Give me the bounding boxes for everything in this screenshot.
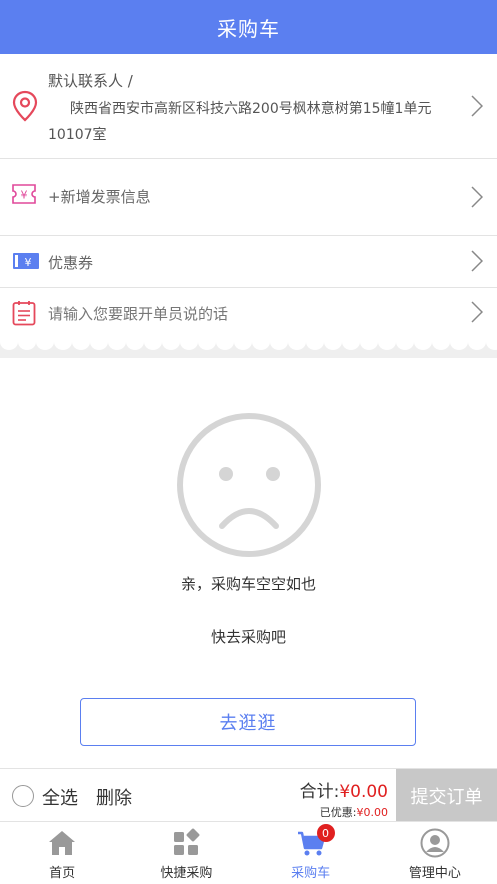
chevron-right-icon [471, 95, 483, 117]
chevron-right-icon [471, 250, 483, 272]
bottom-tab-bar: 首页 快捷采购 0 采购车 管理中心 [0, 821, 497, 884]
page-title: 采购车 [217, 16, 280, 41]
total-label: 合计: [299, 782, 340, 802]
address-row[interactable]: 默认联系人 / 陕西省西安市高新区科技六路200号枫林意树第15幢1单元1010… [0, 54, 497, 159]
tab-quick-purchase-label: 快捷采购 [160, 866, 213, 881]
empty-cart-message: 亲，采购车空空如也 [180, 575, 316, 593]
scalloped-divider [0, 338, 497, 358]
tab-cart-label: 采购车 [291, 866, 331, 881]
location-pin-icon [12, 90, 38, 122]
invoice-label: +新增发票信息 [48, 188, 151, 206]
invoice-icon: ¥ [12, 184, 36, 204]
discount-label: 已优惠: [319, 806, 357, 819]
checkout-bar: 全选 删除 合计:¥0.00 已优惠:¥0.00 提交订单 [0, 768, 497, 822]
address-detail: 陕西省西安市高新区科技六路200号枫林意树第15幢1单元10107室 [48, 101, 432, 143]
select-all-radio[interactable] [12, 785, 34, 807]
note-icon [12, 301, 36, 326]
total-value: ¥0.00 [339, 782, 388, 802]
go-shopping-button[interactable]: 去逛逛 [80, 698, 416, 746]
cart-badge: 0 [316, 824, 335, 842]
invoice-row[interactable]: ¥ +新增发票信息 [0, 158, 497, 236]
user-icon [420, 828, 450, 858]
tab-cart[interactable]: 0 采购车 [249, 822, 373, 884]
svg-text:¥: ¥ [21, 189, 28, 202]
page-header: 采购车 [0, 0, 497, 54]
discount-value: ¥0.00 [356, 806, 389, 819]
home-icon [49, 831, 76, 855]
coupon-label: 优惠券 [48, 254, 94, 272]
chevron-right-icon [471, 301, 483, 323]
delete-button[interactable]: 删除 [96, 784, 132, 810]
note-input[interactable]: 请输入您要跟开单员说的话 [48, 303, 228, 324]
contact-name: 默认联系人 / [48, 72, 133, 90]
empty-cart-hint: 快去采购吧 [210, 628, 286, 646]
note-row[interactable]: 请输入您要跟开单员说的话 [0, 288, 497, 338]
tab-management[interactable]: 管理中心 [373, 822, 497, 884]
grid-icon [174, 828, 200, 855]
svg-text:¥: ¥ [25, 256, 32, 269]
sad-face-icon [177, 413, 321, 557]
tab-home[interactable]: 首页 [0, 822, 124, 884]
coupon-icon: ¥ [13, 253, 39, 269]
total-amount: 合计:¥0.00 [300, 777, 388, 802]
chevron-right-icon [471, 186, 483, 208]
tab-home-label: 首页 [49, 866, 76, 881]
tab-quick-purchase[interactable]: 快捷采购 [124, 822, 248, 884]
select-all-label[interactable]: 全选 [42, 784, 78, 810]
tab-management-label: 管理中心 [408, 866, 461, 881]
submit-order-button[interactable]: 提交订单 [396, 769, 497, 822]
discount-amount: 已优惠:¥0.00 [320, 804, 388, 820]
coupon-row[interactable]: ¥ 优惠券 [0, 236, 497, 288]
